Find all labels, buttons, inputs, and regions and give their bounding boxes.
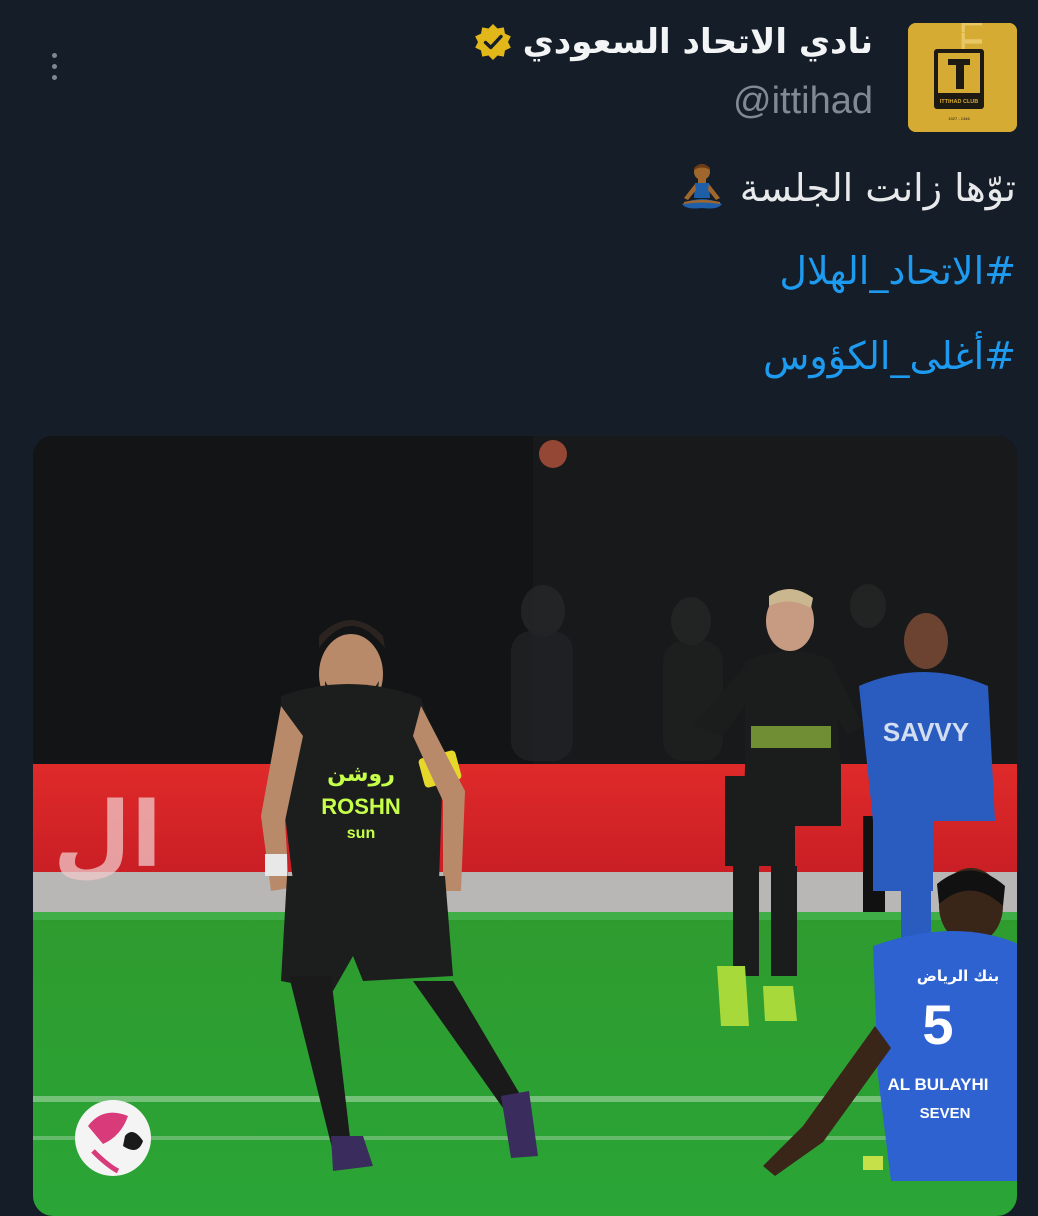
player-3-number: 5 xyxy=(922,993,953,1056)
author-handle[interactable]: @ittihad xyxy=(733,80,873,123)
tweet-text: توّها زانت الجلسة xyxy=(739,166,1016,210)
player-3-sleeve-sponsor: SEVEN xyxy=(920,1105,971,1122)
player-1-secondary-sponsor: sun xyxy=(347,825,375,842)
more-options-dot xyxy=(51,63,57,69)
player-3-arabic-sponsor: بنك الرياض xyxy=(917,967,1000,985)
player-1-sponsor: ROSHN xyxy=(321,794,400,819)
football-match-photo: ال SAVVY روشن ROSHN sun بنك الرياض 5 AL … xyxy=(33,436,1017,1216)
avatar-logo-year: 1927 - 1346 xyxy=(948,116,970,121)
avatar-logo-text: ITTIHAD CLUB xyxy=(940,99,979,105)
tweet-body: توّها زانت الجلسة xyxy=(674,160,1016,216)
player-1-arabic-sponsor: روشن xyxy=(327,762,395,787)
hashtag-link-2[interactable]: #أغلى_الكؤوس xyxy=(763,330,1016,382)
ittihad-logo-icon: ITTIHAD ITTIHAD CLUB 1927 - 1346 xyxy=(908,23,1017,132)
player-3-name: AL BULAYHI xyxy=(887,1075,988,1094)
avatar[interactable]: ITTIHAD ITTIHAD CLUB 1927 - 1346 xyxy=(908,23,1017,132)
tweet-text-line: توّها زانت الجلسة xyxy=(674,160,1016,216)
tweet-media-image[interactable]: ال SAVVY روشن ROSHN sun بنك الرياض 5 AL … xyxy=(33,436,1017,1216)
football-ball xyxy=(75,1100,151,1176)
player-4-sponsor: SAVVY xyxy=(883,717,969,747)
person-in-lotus-position-emoji xyxy=(681,164,722,209)
more-options-button[interactable] xyxy=(40,46,68,86)
advertising-board-text: ال xyxy=(53,783,162,888)
more-options-dot xyxy=(51,74,57,80)
verified-badge-icon xyxy=(474,24,511,60)
author-name[interactable]: نادي الاتحاد السعودي xyxy=(523,22,873,62)
more-options-dot xyxy=(51,52,57,58)
hashtag-link-1[interactable]: #الاتحاد_الهلال xyxy=(779,245,1016,297)
author-name-row[interactable]: نادي الاتحاد السعودي xyxy=(473,22,873,62)
